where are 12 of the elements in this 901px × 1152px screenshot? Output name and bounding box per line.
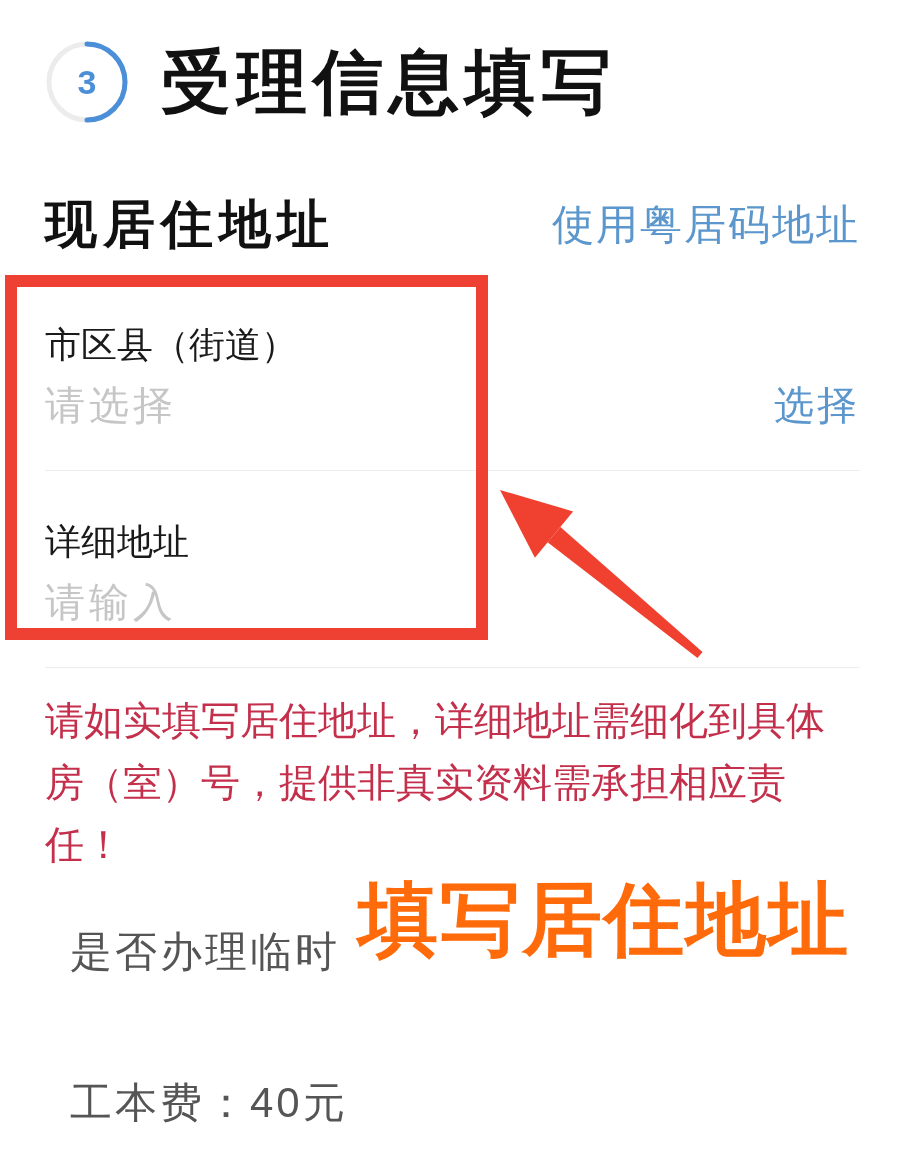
- field-label: 详细地址: [45, 520, 189, 564]
- page-title: 受理信息填写: [161, 42, 617, 123]
- step-number: 3: [77, 65, 97, 99]
- input-field[interactable]: 请输入: [45, 577, 445, 627]
- field-label: 市区县（街道）: [45, 323, 297, 367]
- row-label: 工本费：40元: [70, 1077, 348, 1128]
- warning-text: 请如实填写居住地址，详细地址需细化到具体房（室）号，提供非真实资料需承担相应责任！: [45, 698, 826, 868]
- select-button[interactable]: 选择: [774, 380, 860, 430]
- row-label: 是否办理临时: [70, 926, 340, 977]
- use-address-link[interactable]: 使用粤居码地址: [552, 197, 860, 253]
- section-title: 现居住地址: [45, 194, 335, 255]
- select-field[interactable]: 请选择: [45, 380, 754, 430]
